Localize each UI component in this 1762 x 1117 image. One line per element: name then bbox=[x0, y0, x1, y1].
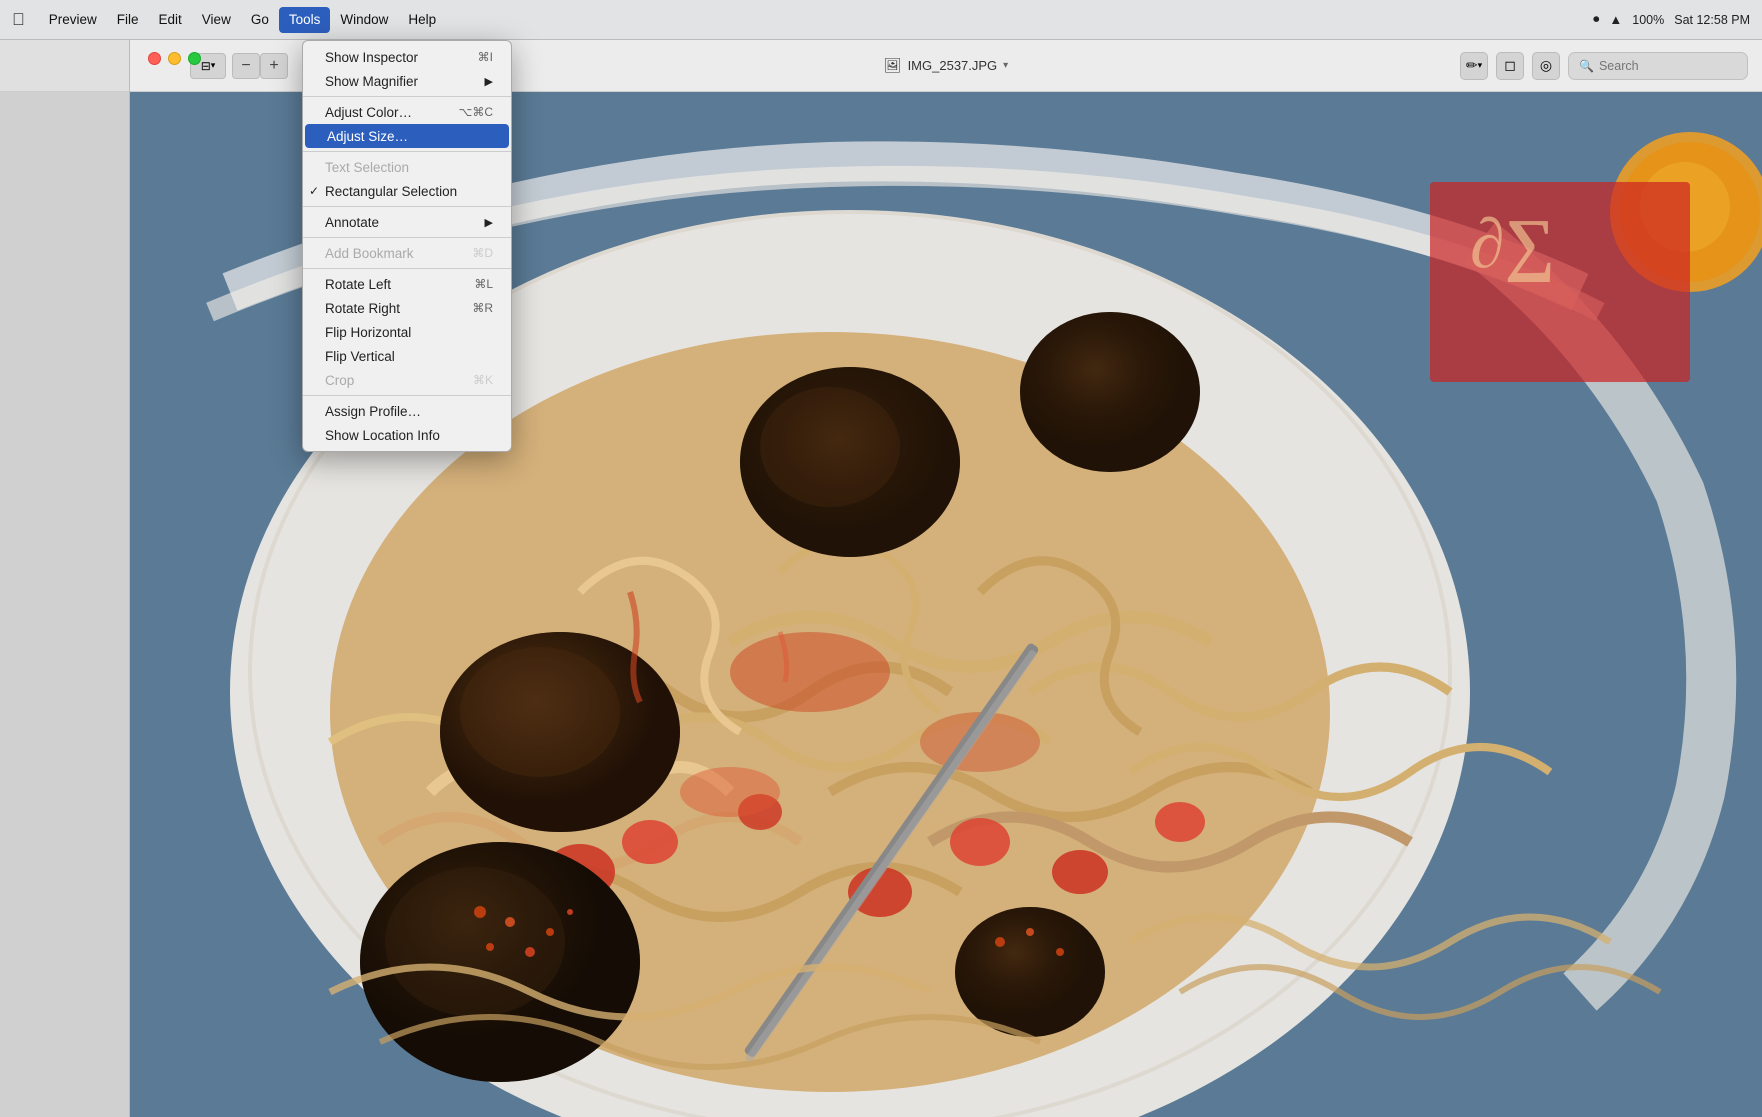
pencil-dropdown-arrow: ▾ bbox=[1478, 60, 1483, 71]
menu-item-add-bookmark[interactable]: Add Bookmark ⌘D bbox=[303, 241, 511, 265]
menu-item-adjust-size[interactable]: Adjust Size… bbox=[305, 124, 509, 148]
sidebar bbox=[0, 40, 130, 1117]
flip-vertical-label: Flip Vertical bbox=[325, 349, 395, 364]
flip-horizontal-label: Flip Horizontal bbox=[325, 325, 411, 340]
show-inspector-label: Show Inspector bbox=[325, 50, 418, 65]
separator-4 bbox=[303, 237, 511, 238]
menu-item-flip-horizontal[interactable]: Flip Horizontal bbox=[303, 320, 511, 344]
adjust-color-shortcut: ⌥⌘C bbox=[459, 105, 494, 119]
menu-file[interactable]: File bbox=[107, 7, 149, 33]
battery-display: 100% bbox=[1632, 13, 1664, 27]
menu-preview[interactable]: Preview bbox=[39, 7, 107, 33]
menu-tools[interactable]: Tools bbox=[279, 7, 331, 33]
fullscreen-button[interactable] bbox=[188, 52, 201, 65]
minimize-button[interactable] bbox=[168, 52, 181, 65]
zoom-in-icon: + bbox=[269, 57, 278, 75]
rectangular-selection-check: ✓ bbox=[309, 184, 319, 198]
separator-3 bbox=[303, 206, 511, 207]
show-magnifier-arrow: ▶ bbox=[485, 75, 493, 88]
pencil-tool-btn[interactable]: ✏ ▾ bbox=[1460, 52, 1488, 80]
zoom-out-icon: − bbox=[241, 57, 250, 75]
markup-btn[interactable]: ◎ bbox=[1532, 52, 1560, 80]
adjust-color-label: Adjust Color… bbox=[325, 105, 412, 120]
stamp-icon: ◻ bbox=[1504, 57, 1516, 74]
add-bookmark-shortcut: ⌘D bbox=[472, 246, 493, 260]
menu-item-rotate-left[interactable]: Rotate Left ⌘L bbox=[303, 272, 511, 296]
separator-6 bbox=[303, 395, 511, 396]
zoom-out-btn[interactable]: − bbox=[232, 53, 260, 79]
menu-item-text-selection[interactable]: Text Selection bbox=[303, 155, 511, 179]
zoom-in-btn[interactable]: + bbox=[260, 53, 288, 79]
show-location-info-label: Show Location Info bbox=[325, 428, 440, 443]
search-icon: 🔍 bbox=[1579, 59, 1594, 73]
menu-view[interactable]: View bbox=[192, 7, 241, 33]
menu-item-crop[interactable]: Crop ⌘K bbox=[303, 368, 511, 392]
separator-1 bbox=[303, 96, 511, 97]
crop-label: Crop bbox=[325, 373, 354, 388]
rotate-right-shortcut: ⌘R bbox=[472, 301, 493, 315]
menu-item-show-inspector[interactable]: Show Inspector ⌘I bbox=[303, 45, 511, 69]
wifi-icon: ▲ bbox=[1609, 12, 1622, 27]
view-icon: ⊟ bbox=[201, 59, 211, 73]
stamp-btn[interactable]: ◻ bbox=[1496, 52, 1524, 80]
menu-help[interactable]: Help bbox=[398, 7, 446, 33]
search-input[interactable] bbox=[1599, 59, 1729, 73]
menu-item-flip-vertical[interactable]: Flip Vertical bbox=[303, 344, 511, 368]
menu-item-adjust-color[interactable]: Adjust Color… ⌥⌘C bbox=[303, 100, 511, 124]
svg-text:∂∑: ∂∑ bbox=[1470, 206, 1555, 283]
file-icon: 🖼 bbox=[884, 57, 902, 74]
add-bookmark-label: Add Bookmark bbox=[325, 246, 414, 261]
record-icon: ⏺ bbox=[1593, 12, 1599, 27]
file-dropdown-arrow[interactable]: ▾ bbox=[1003, 60, 1008, 71]
tools-dropdown-menu: Show Inspector ⌘I Show Magnifier ▶ Adjus… bbox=[302, 40, 512, 452]
rotate-left-shortcut: ⌘L bbox=[474, 277, 493, 291]
separator-2 bbox=[303, 151, 511, 152]
markup-icon: ◎ bbox=[1540, 57, 1552, 74]
annotate-label: Annotate bbox=[325, 215, 379, 230]
rotate-left-label: Rotate Left bbox=[325, 277, 391, 292]
assign-profile-label: Assign Profile… bbox=[325, 404, 421, 419]
menu-item-assign-profile[interactable]: Assign Profile… bbox=[303, 399, 511, 423]
chevron-down-icon: ▾ bbox=[211, 60, 216, 71]
menu-window[interactable]: Window bbox=[330, 7, 398, 33]
separator-5 bbox=[303, 268, 511, 269]
clock: Sat 12:58 PM bbox=[1674, 13, 1750, 27]
titlebar-file: 🖼 IMG_2537.JPG ▾ bbox=[884, 57, 1008, 74]
traffic-lights bbox=[148, 52, 201, 65]
menu-item-annotate[interactable]: Annotate ▶ bbox=[303, 210, 511, 234]
search-box[interactable]: 🔍 bbox=[1568, 52, 1748, 80]
apple-menu[interactable]:  bbox=[12, 10, 25, 30]
show-magnifier-label: Show Magnifier bbox=[325, 74, 418, 89]
menu-item-show-magnifier[interactable]: Show Magnifier ▶ bbox=[303, 69, 511, 93]
menu-go[interactable]: Go bbox=[241, 7, 279, 33]
text-selection-label: Text Selection bbox=[325, 160, 409, 175]
sidebar-top bbox=[0, 40, 129, 92]
menu-item-show-location-info[interactable]: Show Location Info bbox=[303, 423, 511, 447]
adjust-size-label: Adjust Size… bbox=[327, 129, 408, 144]
pencil-icon: ✏ bbox=[1466, 57, 1478, 74]
file-name: IMG_2537.JPG bbox=[908, 58, 998, 73]
rectangular-selection-label: Rectangular Selection bbox=[325, 184, 457, 199]
menu-edit[interactable]: Edit bbox=[149, 7, 192, 33]
close-button[interactable] bbox=[148, 52, 161, 65]
menu-item-rotate-right[interactable]: Rotate Right ⌘R bbox=[303, 296, 511, 320]
rotate-right-label: Rotate Right bbox=[325, 301, 400, 316]
crop-shortcut: ⌘K bbox=[473, 373, 493, 387]
menubar-right: ⏺ ▲ 100% Sat 12:58 PM bbox=[1593, 12, 1750, 27]
menu-item-rectangular-selection[interactable]: ✓ Rectangular Selection bbox=[303, 179, 511, 203]
show-inspector-shortcut: ⌘I bbox=[478, 50, 493, 64]
menubar:  Preview File Edit View Go Tools Window… bbox=[0, 0, 1762, 40]
annotate-arrow: ▶ bbox=[485, 216, 493, 229]
